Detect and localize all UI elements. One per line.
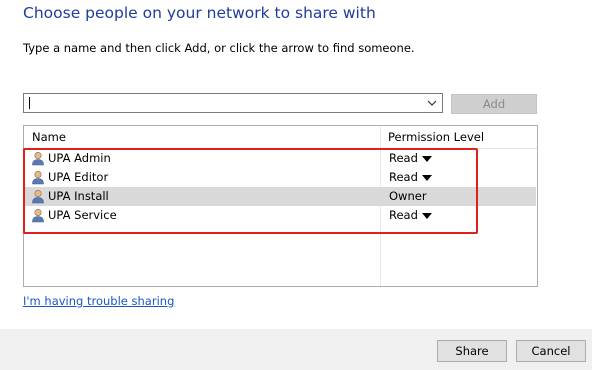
dialog-title: Choose people on your network to share w… [23,4,376,22]
name-input[interactable] [24,94,424,112]
dropdown-triangle-icon[interactable] [422,213,432,219]
sharing-list: Name Permission Level UPA Admin Read UPA… [23,125,538,287]
chevron-down-icon[interactable] [425,96,439,110]
cancel-button[interactable]: Cancel [516,340,586,362]
add-button[interactable]: Add [451,94,537,114]
list-header: Name Permission Level [24,126,537,149]
dropdown-triangle-icon[interactable] [422,175,432,181]
permission-level[interactable]: Read [389,208,418,222]
column-header-permission[interactable]: Permission Level [388,130,484,144]
user-icon [32,208,44,223]
user-icon [32,170,44,185]
share-button[interactable]: Share [437,340,507,362]
dropdown-triangle-icon[interactable] [422,156,432,162]
permission-level[interactable]: Read [389,170,418,184]
list-row-upa-service[interactable]: UPA Service Read [25,206,536,225]
user-name: UPA Editor [48,170,109,184]
user-name: UPA Service [48,208,117,222]
user-icon [32,189,44,204]
permission-level[interactable]: Read [389,151,418,165]
user-icon [32,151,44,166]
user-name: UPA Admin [48,151,111,165]
text-caret [29,97,30,109]
column-header-name[interactable]: Name [32,130,66,144]
name-combobox[interactable] [23,93,443,113]
instructions-text: Type a name and then click Add, or click… [23,41,415,55]
list-row-upa-editor[interactable]: UPA Editor Read [25,168,536,187]
trouble-sharing-link[interactable]: I'm having trouble sharing [23,294,174,308]
permission-level: Owner [389,189,427,203]
user-name: UPA Install [48,189,109,203]
list-row-upa-install[interactable]: UPA Install Owner [25,187,536,206]
list-row-upa-admin[interactable]: UPA Admin Read [25,149,536,168]
